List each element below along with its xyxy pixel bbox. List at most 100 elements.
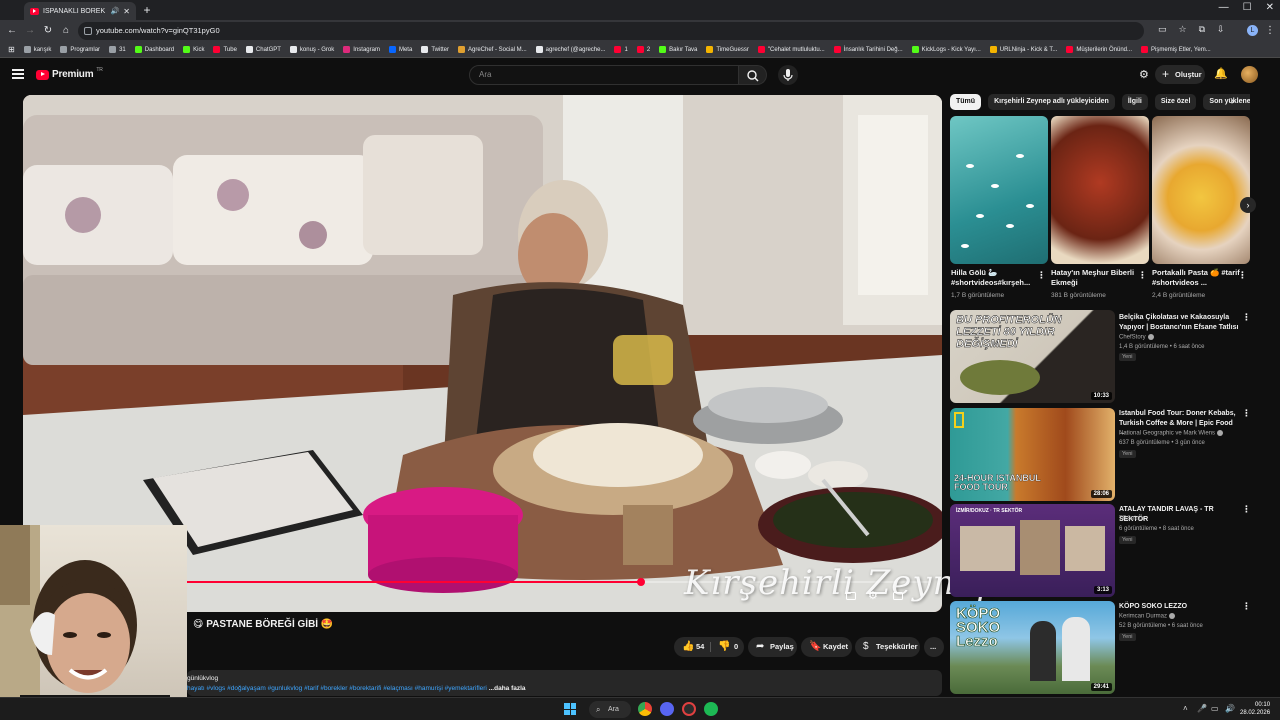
chrome-icon[interactable] — [638, 702, 652, 716]
network-icon[interactable]: ▭ — [1211, 704, 1219, 713]
profile-avatar[interactable]: L — [1247, 25, 1258, 36]
recommendation-channel[interactable]: National Geographic ve Mark Wiens — [1119, 430, 1224, 437]
obs-icon[interactable] — [682, 702, 696, 716]
account-avatar[interactable] — [1241, 66, 1258, 83]
bookmark-item[interactable]: 2 — [636, 46, 650, 53]
bookmark-item[interactable]: İnsanlık Tarihini Değ... — [833, 46, 903, 53]
search-input[interactable]: Ara — [469, 65, 739, 85]
bookmark-item[interactable]: URLNinja - Kick & T... — [989, 46, 1057, 53]
fullscreen-icon[interactable] — [893, 592, 903, 600]
recommendation-title[interactable]: Belçika Çikolatası ve Kakaosuyla Yapıyor… — [1119, 313, 1239, 332]
menu-hamburger-icon[interactable] — [12, 69, 24, 79]
chip-from-uploader[interactable]: Kırşehirli Zeynep adlı yükleyiciden — [988, 94, 1115, 110]
close-window-icon[interactable]: ✕ — [1266, 2, 1274, 13]
spotify-icon[interactable] — [704, 702, 718, 716]
bookmark-item[interactable]: ChatGPT — [245, 46, 281, 53]
chip-recently-uploaded[interactable]: Son yüklenen — [1203, 94, 1250, 110]
maximize-icon[interactable]: ☐ — [1243, 2, 1252, 13]
bookmark-item[interactable]: 31 — [109, 46, 126, 53]
short-title[interactable]: Hilla Gölü 🦢 #shortvideos#kırşeh... — [951, 268, 1039, 287]
save-button[interactable]: 🔖 Kaydet — [801, 637, 852, 657]
bookmark-item[interactable]: AgreChef - Social M... — [457, 46, 527, 53]
bookmark-item[interactable]: KickLogs - Kick Yayı... — [911, 46, 981, 53]
bookmark-item[interactable]: "Cehalet mutluluktu... — [757, 46, 825, 53]
more-actions-button[interactable]: ... — [924, 637, 944, 657]
more-vert-icon[interactable]: ⋮ — [1238, 270, 1247, 281]
dislike-count[interactable]: 0 — [734, 637, 738, 657]
chevron-right-icon[interactable]: › — [1231, 96, 1234, 107]
discord-icon[interactable] — [660, 702, 674, 716]
more-vert-icon[interactable]: ⋮ — [1242, 408, 1251, 419]
browser-menu-icon[interactable]: ⋮ — [1262, 23, 1278, 39]
recommendation-thumbnail[interactable]: KÖPO SOKO Lezzo 29:41 — [950, 601, 1115, 694]
recommendation-channel[interactable]: Kerimcan Durmaz — [1119, 613, 1176, 620]
windows-start-icon[interactable] — [564, 703, 576, 715]
address-bar[interactable]: youtube.com/watch?v=ginQT31pyG0 — [78, 22, 1144, 40]
reload-icon[interactable]: ↻ — [40, 23, 56, 39]
microphone-tray-icon[interactable]: 🎤 — [1197, 704, 1207, 713]
recommendation-thumbnail[interactable]: BU PROFITEROLÜN LEZZETİ 80 YILDIR DEĞİŞM… — [950, 310, 1115, 403]
hashtag-list[interactable]: hayatı #vlogs #doğalyaşam #gunlukvlog #t… — [187, 685, 487, 692]
short-thumbnail[interactable] — [1051, 116, 1149, 264]
thumbs-down-icon[interactable]: 👎 — [718, 641, 730, 653]
bookmark-item[interactable]: Meta — [388, 46, 412, 53]
bookmark-item[interactable]: agrechef (@agreche... — [535, 46, 605, 53]
share-button[interactable]: ➦ Paylaş — [748, 637, 797, 657]
site-info-icon[interactable] — [84, 27, 92, 35]
settings-gear-icon[interactable]: ⚙ — [868, 589, 878, 602]
like-count[interactable]: 54 — [696, 637, 704, 657]
create-button[interactable]: Oluştur — [1155, 65, 1205, 84]
more-vert-icon[interactable]: ⋮ — [1037, 270, 1046, 281]
short-title[interactable]: Portakallı Pasta 🍊 #tarif #shortvideos .… — [1152, 268, 1240, 287]
close-tab-icon[interactable]: ✕ — [123, 7, 130, 16]
volume-tray-icon[interactable]: 🔊 — [1225, 704, 1235, 713]
system-clock[interactable]: 00:10 28.02.2026 — [1240, 701, 1270, 717]
bookmark-item[interactable]: Kick — [183, 46, 204, 53]
youtube-premium-logo[interactable]: Premium TR — [36, 67, 103, 80]
downloads-icon[interactable]: ⇩ — [1217, 24, 1225, 35]
volume-icon[interactable]: 🔊 — [111, 7, 120, 15]
chip-related[interactable]: İlgili — [1121, 94, 1148, 110]
bookmark-item[interactable]: Instagram — [343, 46, 380, 53]
more-vert-icon[interactable]: ⋮ — [1138, 270, 1147, 281]
more-vert-icon[interactable]: ⋮ — [1242, 504, 1251, 515]
bookmark-star-icon[interactable]: ☆ — [1179, 24, 1187, 35]
recommendation-channel[interactable]: TRSektör — [1119, 516, 1144, 522]
notifications-bell-icon[interactable]: 🔔 — [1214, 67, 1228, 80]
video-description[interactable]: günlükvlog hayatı #vlogs #doğalyaşam #gu… — [187, 670, 942, 696]
bookmark-item[interactable]: Müşterilerin Önünd... — [1066, 46, 1132, 53]
taskbar-search[interactable]: ⌕ Ara — [589, 701, 631, 718]
forward-arrow-icon[interactable]: → — [22, 23, 38, 39]
recommendation-title[interactable]: KÖPO SOKO LEZZO — [1119, 602, 1239, 612]
bookmark-item[interactable]: 1 — [614, 46, 628, 53]
more-vert-icon[interactable]: ⋮ — [1242, 601, 1251, 612]
thanks-button[interactable]: $ Teşekkürler — [855, 637, 920, 657]
voice-search-button[interactable] — [778, 65, 798, 85]
bookmark-item[interactable]: Tube — [213, 46, 237, 53]
bookmark-item[interactable]: konuş - Grok — [289, 46, 334, 53]
thumbs-up-icon[interactable]: 👍 — [682, 641, 694, 653]
apps-grid-icon[interactable]: ⊞ — [8, 45, 15, 54]
bookmark-item[interactable]: Twitter — [421, 46, 449, 53]
subtitles-icon[interactable] — [846, 592, 856, 600]
bookmark-item[interactable]: Programlar — [60, 46, 100, 53]
progress-scrubber-handle[interactable] — [636, 578, 645, 586]
show-more-link[interactable]: ...daha fazla — [489, 685, 526, 692]
browser-tab[interactable]: ISPANAKLI BÖREK NASIL YA 🔊 ✕ — [24, 2, 136, 20]
bookmark-item[interactable]: TimeGuessr — [706, 46, 749, 53]
more-vert-icon[interactable]: ⋮ — [1242, 312, 1251, 323]
chip-for-you[interactable]: Size özel — [1154, 94, 1197, 110]
extensions-icon[interactable]: ⧉ — [1199, 24, 1205, 35]
cast-icon[interactable]: ▭ — [1158, 24, 1167, 35]
cast-to-tv-icon[interactable]: ⚙ — [1139, 68, 1149, 81]
search-button[interactable] — [739, 65, 767, 85]
bookmark-item[interactable]: Pişmemiş Etler, Yem... — [1141, 46, 1211, 53]
short-title[interactable]: Hatay'ın Meşhur Biberli Ekmeği — [1051, 268, 1139, 287]
tray-chevron-icon[interactable]: ˄ — [1183, 704, 1188, 713]
recommendation-thumbnail[interactable]: İZMİR/DOKUZ · TR SEKTÖR 3:13 — [950, 504, 1115, 597]
bookmark-item[interactable]: karışık — [23, 46, 51, 53]
bookmark-item[interactable]: Bakır Tava — [659, 46, 697, 53]
bookmark-item[interactable]: Dashboard — [134, 46, 174, 53]
minimize-icon[interactable]: — — [1219, 2, 1229, 13]
home-icon[interactable]: ⌂ — [58, 23, 74, 39]
